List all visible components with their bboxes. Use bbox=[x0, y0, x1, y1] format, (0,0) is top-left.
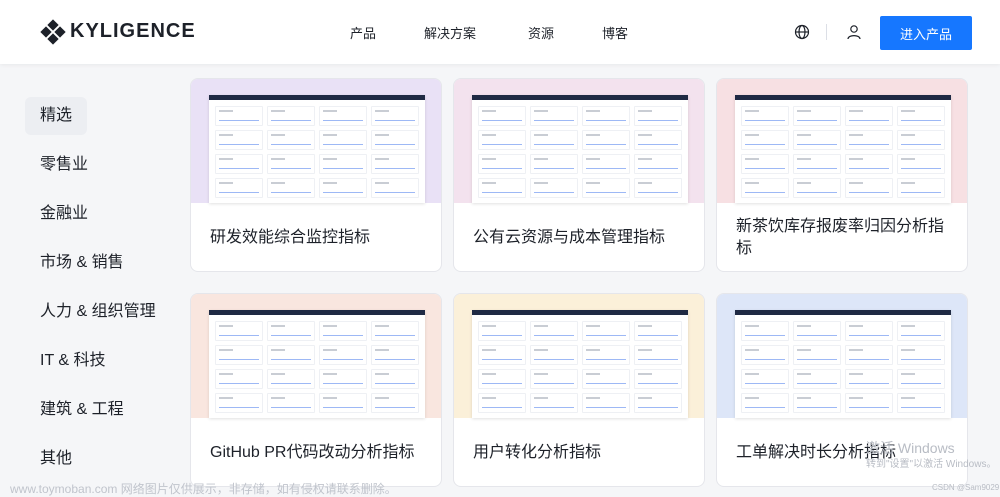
card-title: 新茶饮库存报废率归因分析指标 bbox=[736, 218, 945, 257]
sidebar-item-construction[interactable]: 建筑 & 工程 bbox=[25, 391, 165, 429]
template-card[interactable]: 公有云资源与成本管理指标 bbox=[453, 78, 705, 272]
top-header: KYLIGENCE 产品 解决方案 资源 博客 进入产品 bbox=[0, 0, 1000, 64]
dashboard-preview-image bbox=[472, 95, 688, 203]
sidebar-item-retail[interactable]: 零售业 bbox=[25, 146, 165, 184]
card-thumbnail bbox=[717, 79, 967, 203]
card-title: 公有云资源与成本管理指标 bbox=[473, 229, 666, 246]
nav-item-products[interactable]: 产品 bbox=[350, 23, 376, 42]
brand-logo[interactable]: KYLIGENCE bbox=[40, 18, 196, 45]
template-card[interactable]: 新茶饮库存报废率归因分析指标 bbox=[716, 78, 968, 272]
card-thumbnail bbox=[454, 79, 704, 203]
nav-item-blog[interactable]: 博客 bbox=[602, 23, 628, 42]
dashboard-preview-image bbox=[209, 310, 425, 418]
nav-item-solutions[interactable]: 解决方案 bbox=[424, 23, 476, 42]
template-card[interactable]: 用户转化分析指标 bbox=[453, 293, 705, 487]
dashboard-preview-image bbox=[735, 310, 951, 418]
template-card[interactable]: 研发效能综合监控指标 bbox=[190, 78, 442, 272]
card-title: 研发效能综合监控指标 bbox=[210, 229, 371, 246]
nav-item-resources[interactable]: 资源 bbox=[528, 23, 554, 42]
logo-mark-icon bbox=[40, 18, 66, 45]
windows-activation-subtitle: 转到"设置"以激活 Windows。 bbox=[866, 459, 997, 470]
globe-icon[interactable] bbox=[794, 24, 810, 40]
sidebar-item-other[interactable]: 其他 bbox=[25, 440, 165, 478]
sidebar-item-marketing-sales[interactable]: 市场 & 销售 bbox=[25, 244, 165, 282]
user-icon[interactable] bbox=[846, 24, 862, 40]
main-nav: 产品 解决方案 资源 博客 bbox=[350, 0, 628, 64]
template-card[interactable]: GitHub PR代码改动分析指标 bbox=[190, 293, 442, 487]
dashboard-preview-image bbox=[209, 95, 425, 203]
site-watermark: www.toymoban.com 网络图片仅供展示，非存储，如有侵权请联系删除。 bbox=[10, 482, 397, 496]
header-divider bbox=[826, 24, 827, 40]
card-title: 用户转化分析指标 bbox=[473, 444, 602, 461]
dashboard-preview-image bbox=[735, 95, 951, 203]
card-thumbnail bbox=[191, 294, 441, 418]
card-thumbnail bbox=[454, 294, 704, 418]
card-thumbnail bbox=[191, 79, 441, 203]
dashboard-preview-image bbox=[472, 310, 688, 418]
sidebar-item-finance[interactable]: 金融业 bbox=[25, 195, 165, 233]
category-sidebar: 精选 零售业 金融业 市场 & 销售 人力 & 组织管理 IT & 科技 建筑 … bbox=[25, 97, 165, 489]
sidebar-item-it-tech[interactable]: IT & 科技 bbox=[25, 342, 165, 380]
csdn-credit: CSDN @Sam9029 bbox=[932, 483, 1000, 492]
card-thumbnail bbox=[717, 294, 967, 418]
enter-product-button[interactable]: 进入产品 bbox=[880, 16, 972, 50]
card-title: GitHub PR代码改动分析指标 bbox=[210, 444, 415, 461]
sidebar-item-featured[interactable]: 精选 bbox=[25, 97, 87, 135]
brand-name: KYLIGENCE bbox=[70, 20, 196, 42]
sidebar-item-hr-org[interactable]: 人力 & 组织管理 bbox=[25, 293, 165, 331]
